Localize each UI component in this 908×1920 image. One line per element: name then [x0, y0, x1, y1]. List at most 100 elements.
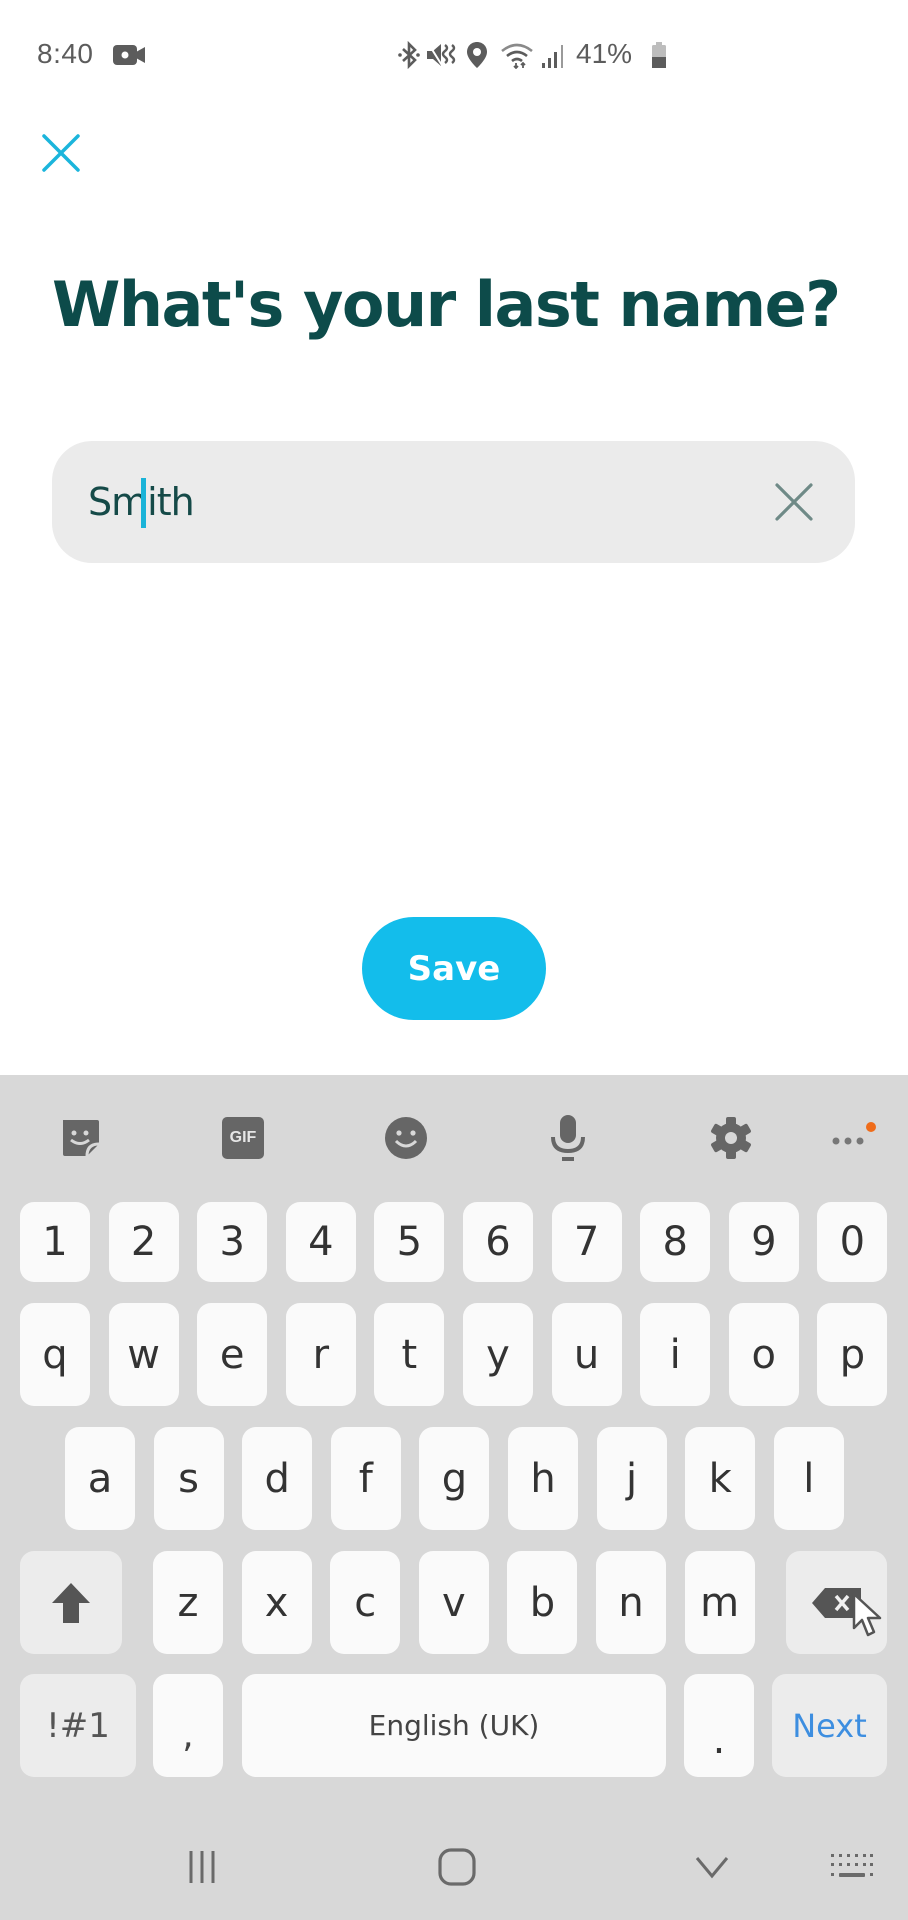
- number-key-4[interactable]: 4: [285, 1202, 356, 1282]
- keyboard-switch-icon: [831, 1854, 873, 1877]
- clear-icon: [775, 483, 813, 521]
- number-key-7[interactable]: 7: [551, 1202, 622, 1282]
- back-button[interactable]: [682, 1842, 742, 1892]
- letter-key-f[interactable]: f: [330, 1427, 401, 1530]
- key-label: e: [219, 1331, 245, 1378]
- key-label: f: [358, 1455, 373, 1502]
- number-key-9[interactable]: 9: [728, 1202, 799, 1282]
- next-key[interactable]: Next: [772, 1674, 887, 1777]
- key-label: 4: [308, 1219, 334, 1265]
- key-label: w: [127, 1331, 160, 1378]
- letter-key-p[interactable]: p: [817, 1303, 888, 1406]
- number-key-0[interactable]: 0: [817, 1202, 888, 1282]
- bluetooth-icon: [396, 40, 422, 70]
- key-label: 2: [130, 1219, 157, 1265]
- text-cursor: [141, 478, 146, 528]
- mouse-pointer-icon: [852, 1592, 886, 1642]
- letter-key-e[interactable]: e: [197, 1303, 268, 1406]
- close-button[interactable]: [40, 132, 82, 174]
- letter-key-m[interactable]: m: [684, 1551, 755, 1654]
- close-icon: [42, 134, 80, 172]
- signal-icon: [538, 40, 568, 70]
- key-label: d: [264, 1455, 290, 1502]
- period-label: .: [712, 1716, 726, 1763]
- comma-label: ,: [182, 1715, 194, 1756]
- letter-key-l[interactable]: l: [773, 1427, 844, 1530]
- letter-key-g[interactable]: g: [419, 1427, 490, 1530]
- letter-key-o[interactable]: o: [728, 1303, 799, 1406]
- period-key[interactable]: .: [684, 1674, 754, 1777]
- number-key-5[interactable]: 5: [374, 1202, 445, 1282]
- key-label: j: [626, 1455, 638, 1502]
- voice-input-button[interactable]: [543, 1113, 593, 1163]
- key-label: 3: [219, 1219, 245, 1265]
- letter-key-c[interactable]: c: [330, 1551, 401, 1654]
- key-label: y: [486, 1331, 510, 1378]
- emoji-button[interactable]: [381, 1113, 431, 1163]
- key-label: x: [264, 1579, 289, 1626]
- vibrate-icon: [424, 40, 458, 70]
- key-label: t: [401, 1331, 418, 1378]
- number-key-6[interactable]: 6: [463, 1202, 533, 1282]
- next-label: Next: [792, 1706, 867, 1745]
- key-label: g: [441, 1455, 468, 1502]
- number-key-8[interactable]: 8: [640, 1202, 711, 1282]
- microphone-icon: [551, 1115, 585, 1161]
- key-label: i: [669, 1331, 681, 1378]
- space-key[interactable]: English (UK): [242, 1674, 666, 1777]
- letter-key-j[interactable]: j: [596, 1427, 667, 1530]
- page-title: What's your last name?: [52, 268, 841, 341]
- emoji-icon: [385, 1117, 427, 1159]
- gif-button[interactable]: GIF: [218, 1113, 268, 1163]
- key-label: n: [618, 1579, 644, 1626]
- home-button[interactable]: [427, 1842, 487, 1892]
- letter-key-i[interactable]: i: [640, 1303, 711, 1406]
- back-icon: [695, 1857, 729, 1879]
- number-key-1[interactable]: 1: [20, 1202, 90, 1282]
- letter-key-y[interactable]: y: [463, 1303, 533, 1406]
- keyboard-switch-button[interactable]: [822, 1842, 882, 1892]
- symbols-key[interactable]: !#1: [20, 1674, 136, 1777]
- letter-key-b[interactable]: b: [507, 1551, 578, 1654]
- letter-key-z[interactable]: z: [153, 1551, 223, 1654]
- letter-key-n[interactable]: n: [596, 1551, 666, 1654]
- save-button[interactable]: Save: [362, 917, 546, 1020]
- letter-key-u[interactable]: u: [551, 1303, 622, 1406]
- key-label: h: [530, 1455, 556, 1502]
- key-label: p: [839, 1331, 866, 1378]
- location-icon: [464, 40, 490, 70]
- letter-key-t[interactable]: t: [374, 1303, 445, 1406]
- comma-key[interactable]: ,: [153, 1674, 223, 1777]
- shift-key[interactable]: [20, 1551, 122, 1654]
- clear-input-button[interactable]: [772, 480, 816, 524]
- key-label: 5: [396, 1219, 423, 1265]
- letter-key-s[interactable]: s: [153, 1427, 224, 1530]
- number-key-3[interactable]: 3: [197, 1202, 268, 1282]
- key-label: 1: [42, 1219, 68, 1265]
- more-options-button[interactable]: [822, 1113, 882, 1163]
- keyboard-settings-button[interactable]: [706, 1113, 756, 1163]
- key-label: b: [529, 1579, 556, 1626]
- shift-icon: [52, 1582, 90, 1623]
- key-label: 0: [839, 1219, 866, 1265]
- letter-key-w[interactable]: w: [108, 1303, 179, 1406]
- letter-key-x[interactable]: x: [241, 1551, 312, 1654]
- key-label: 9: [751, 1219, 777, 1265]
- letter-key-d[interactable]: d: [242, 1427, 313, 1530]
- status-time: 8:40: [37, 38, 94, 69]
- number-key-2[interactable]: 2: [108, 1202, 179, 1282]
- last-name-input[interactable]: [88, 441, 728, 563]
- letter-key-a[interactable]: a: [65, 1427, 135, 1530]
- key-label: l: [803, 1455, 815, 1502]
- letter-key-v[interactable]: v: [418, 1551, 489, 1654]
- letter-key-r[interactable]: r: [285, 1303, 356, 1406]
- notification-dot: [866, 1122, 876, 1132]
- letter-key-k[interactable]: k: [685, 1427, 756, 1530]
- sticker-button[interactable]: [56, 1113, 106, 1163]
- key-label: a: [87, 1455, 113, 1502]
- wifi-icon: [500, 40, 534, 70]
- letter-key-h[interactable]: h: [508, 1427, 578, 1530]
- key-label: q: [42, 1331, 68, 1378]
- letter-key-q[interactable]: q: [20, 1303, 90, 1406]
- recents-button[interactable]: [172, 1842, 232, 1892]
